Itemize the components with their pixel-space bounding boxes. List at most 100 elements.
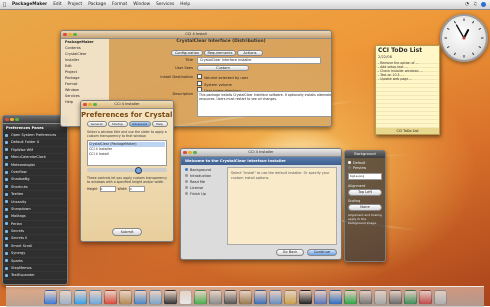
dock-icon[interactable]: [118, 289, 132, 305]
continue-button[interactable]: Continue: [307, 249, 337, 256]
preference-pane-item[interactable]: Secrets: [3, 228, 67, 236]
dock-icon[interactable]: [433, 289, 447, 305]
tab-requirements[interactable]: Requirements: [204, 50, 236, 56]
background-file-field[interactable]: bg1a.png: [348, 173, 382, 180]
zoom-icon[interactable]: [93, 102, 97, 106]
list-item[interactable]: CCI 4 Install: [89, 152, 165, 157]
preference-pane-item[interactable]: Shortcuts: [3, 184, 67, 192]
zoom-icon[interactable]: [193, 150, 197, 154]
apple-menu-icon[interactable]: : [0, 2, 9, 8]
scaling-popup[interactable]: None: [348, 204, 382, 211]
menu-project[interactable]: Project: [65, 2, 86, 7]
preference-pane-item[interactable]: Unsanity: [3, 199, 67, 206]
preference-pane-item[interactable]: TextExpander: [3, 272, 67, 280]
preference-pane-item[interactable]: Mailtags: [3, 213, 67, 221]
dock-icon[interactable]: [313, 289, 327, 305]
dock-icon[interactable]: [58, 289, 72, 305]
preference-pane-item[interactable]: ShadowBg: [3, 176, 67, 184]
preference-pane-item[interactable]: Open System Preferences: [3, 132, 67, 140]
dock-icon[interactable]: [133, 289, 147, 305]
preference-pane-item[interactable]: MenuCalendarClock: [3, 154, 67, 162]
minimize-icon[interactable]: [10, 117, 14, 121]
minimize-icon[interactable]: [88, 102, 92, 106]
go-back-button[interactable]: Go Back: [276, 249, 304, 256]
option-preview[interactable]: Preview: [348, 166, 382, 171]
close-icon[interactable]: [183, 150, 187, 154]
tab-startup[interactable]: Startup: [107, 121, 128, 127]
dock-icon[interactable]: [43, 289, 57, 305]
preference-pane-item[interactable]: Perian: [3, 221, 67, 229]
dock-icon[interactable]: [283, 289, 297, 305]
preference-pane-item[interactable]: Meteorologist: [3, 162, 67, 169]
preference-pane-item[interactable]: Smart Scroll: [3, 243, 67, 251]
preference-pane-item[interactable]: Sparks: [3, 258, 67, 266]
window-titlebar[interactable]: CCI 4 Installer: [181, 149, 341, 157]
tab-actions[interactable]: Actions: [237, 50, 263, 56]
preference-pane-item[interactable]: FlipWise WM: [3, 147, 67, 155]
window-titlebar[interactable]: CCI 4 Installer: [81, 101, 173, 109]
window-titlebar[interactable]: CCI 4 Install: [61, 31, 331, 39]
dock-icon[interactable]: [88, 289, 102, 305]
menu-window[interactable]: Window: [130, 2, 153, 7]
wifi-icon[interactable]: ◔: [465, 2, 469, 7]
preference-pane-item[interactable]: Sharpdown: [3, 206, 67, 214]
menu-help[interactable]: Help: [177, 2, 193, 7]
dock-icon[interactable]: [268, 289, 282, 305]
menu-edit[interactable]: Edit: [50, 2, 64, 7]
preference-pane-item[interactable]: Overflow: [3, 169, 67, 177]
dock-icon[interactable]: [238, 289, 252, 305]
todo-widget[interactable]: CCI ToDo List 2/22/08 - Remove the optio…: [375, 45, 440, 135]
preference-pane-item[interactable]: TeeVee: [3, 191, 67, 199]
submit-button[interactable]: Submit: [112, 228, 142, 236]
close-icon[interactable]: [63, 32, 67, 36]
zoom-icon[interactable]: [73, 32, 77, 36]
tab-advanced[interactable]: Advanced: [128, 121, 151, 127]
alignment-popup[interactable]: Top Left: [348, 189, 382, 196]
tab-configuration[interactable]: Configuration: [171, 50, 203, 56]
todo-list[interactable]: - Remove the option of ... - Add setup t…: [378, 61, 437, 81]
preference-pane-item[interactable]: Secrets II: [3, 235, 67, 243]
dock-icon[interactable]: [73, 289, 87, 305]
slider-knob[interactable]: [135, 167, 142, 174]
transparency-slider[interactable]: [87, 167, 167, 174]
dock-icon[interactable]: [403, 289, 417, 305]
preference-pane-item[interactable]: Synergy: [3, 250, 67, 258]
preference-pane-item[interactable]: Default Folder X: [3, 139, 67, 147]
dock-icon[interactable]: [253, 289, 267, 305]
menu-services[interactable]: Services: [153, 2, 177, 7]
preference-pane-item[interactable]: StepMemos: [3, 265, 67, 273]
dock-icon[interactable]: [163, 289, 177, 305]
menu-format[interactable]: Format: [109, 2, 130, 7]
dock-icon[interactable]: [208, 289, 222, 305]
width-field[interactable]: 0: [128, 186, 145, 192]
tab-help[interactable]: Help: [151, 121, 168, 127]
window-list[interactable]: CrystalClear (PackageMaker) CCI 4 Instal…: [87, 140, 167, 166]
dock-icon[interactable]: [343, 289, 357, 305]
dock-icon[interactable]: [328, 289, 342, 305]
minimize-icon[interactable]: [188, 150, 192, 154]
minimize-icon[interactable]: [68, 32, 72, 36]
dock-icon[interactable]: [223, 289, 237, 305]
dock-icon[interactable]: [388, 289, 402, 305]
dock-icon[interactable]: [148, 289, 162, 305]
clock-widget[interactable]: [440, 14, 488, 62]
user-sees-popup[interactable]: Custom: [197, 65, 249, 71]
dock-icon[interactable]: [298, 289, 312, 305]
dock-icon[interactable]: [193, 289, 207, 305]
description-field[interactable]: This package installs CrystalClear Inter…: [197, 91, 331, 117]
dock-icon[interactable]: [103, 289, 117, 305]
spotlight-icon[interactable]: [481, 2, 486, 7]
menu-package[interactable]: Package: [85, 2, 109, 7]
volume-icon[interactable]: ♫: [473, 2, 477, 7]
dock-icon[interactable]: [358, 289, 372, 305]
close-icon[interactable]: [83, 102, 87, 106]
dock-icon[interactable]: [178, 289, 192, 305]
window-titlebar[interactable]: [3, 116, 67, 124]
close-icon[interactable]: [5, 117, 9, 121]
tab-general[interactable]: General: [86, 121, 107, 127]
height-field[interactable]: 0: [99, 186, 116, 192]
zoom-icon[interactable]: [15, 117, 19, 121]
title-field[interactable]: CrystalClear Interface Installer: [197, 57, 321, 64]
checkbox-volume-selected[interactable]: Volume selected by user: [197, 74, 248, 81]
dock-icon[interactable]: [418, 289, 432, 305]
